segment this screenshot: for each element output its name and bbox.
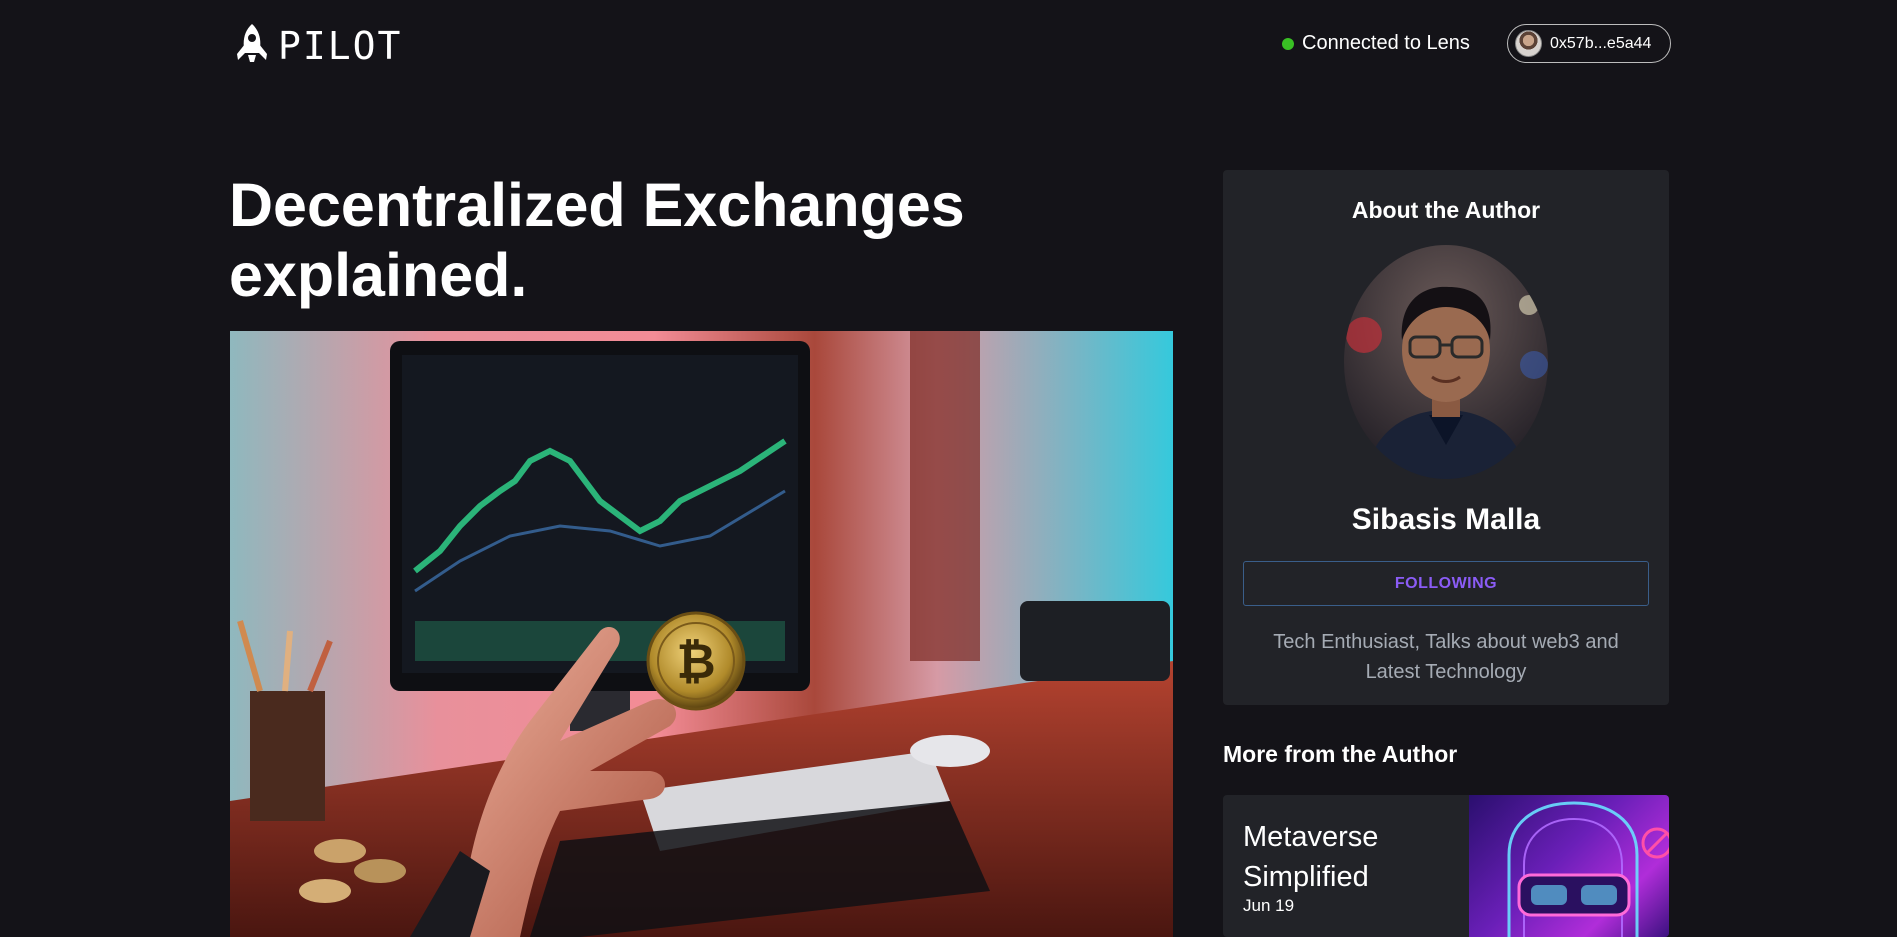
wallet-avatar (1515, 30, 1542, 57)
article-hero-image: ₿ (230, 331, 1173, 937)
about-author-card: About the Author Sibasis Malla FOLLOWING… (1223, 170, 1669, 705)
pilot-logo[interactable]: PILOT (234, 22, 402, 69)
logo-text: PILOT (278, 23, 403, 68)
connection-status-label: Connected to Lens (1302, 32, 1470, 54)
article-title: Decentralized Exchanges explained. (229, 171, 965, 309)
related-post-thumbnail[interactable] (1469, 795, 1669, 937)
top-navbar: PILOT Connected to Lens 0x57b...e5a44 (0, 0, 1897, 90)
wallet-button[interactable]: 0x57b...e5a44 (1507, 24, 1671, 63)
about-author-heading: About the Author (1351, 197, 1541, 223)
author-bio: Tech Enthusiast, Talks about web3 and La… (1273, 631, 1619, 683)
svg-text:₿: ₿ (676, 634, 715, 690)
author-avatar (1344, 245, 1548, 479)
following-button[interactable]: FOLLOWING (1243, 561, 1649, 606)
hero-illustration: ₿ (230, 331, 1173, 937)
wallet-address: 0x57b...e5a44 (1550, 34, 1652, 52)
related-post-title[interactable]: Metaverse Simplified (1243, 817, 1443, 897)
connection-status: Connected to Lens (1282, 32, 1470, 55)
related-post-card[interactable]: Metaverse Simplified Jun 19 (1223, 795, 1669, 937)
related-post-date: Jun 19 (1243, 896, 1295, 915)
more-from-author-heading: More from the Author (1223, 741, 1458, 767)
status-dot-icon (1282, 37, 1294, 50)
rocket-icon (234, 22, 270, 69)
author-name: Sibasis Malla (1351, 503, 1541, 536)
